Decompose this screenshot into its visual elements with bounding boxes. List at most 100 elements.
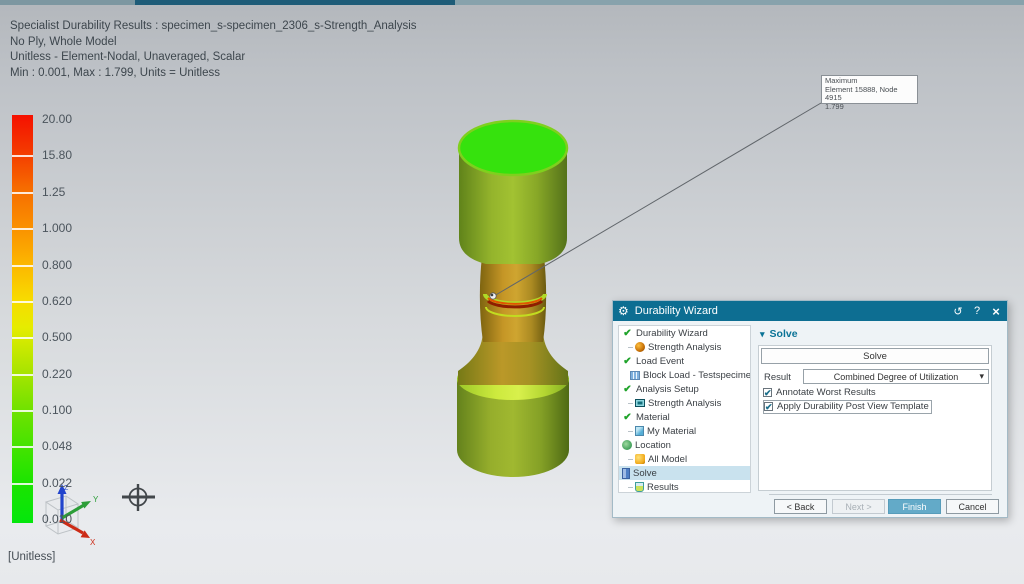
legend-value: 0.100 [42, 403, 72, 417]
tree-item-label: Strength Analysis [648, 398, 721, 409]
wizard-tree: ✔ Durability Wizard Strength Analysis ✔ … [618, 325, 751, 493]
tree-item-label: Location [635, 440, 671, 451]
tree-item-durability-wizard[interactable]: ✔ Durability Wizard [619, 326, 750, 340]
solve-icon [622, 468, 630, 479]
specimen-top-face [459, 121, 567, 175]
legend-tick [12, 446, 33, 448]
solve-section-header[interactable]: ▾ Solve [760, 328, 798, 340]
durability-wizard-dialog: ⚙ Durability Wizard ↺ ? × ✔ Durability W… [612, 300, 1008, 518]
tree-connector [628, 403, 633, 404]
legend-tick [12, 265, 33, 267]
check-icon: ✔ [622, 384, 633, 395]
all-model-icon [635, 454, 645, 464]
tree-item-label: Results [647, 482, 679, 493]
tree-item-analysis-setup[interactable]: ✔ Analysis Setup [619, 382, 750, 396]
tree-item-block-load[interactable]: Block Load - Testspecimen [619, 368, 750, 382]
legend-tick [12, 155, 33, 157]
specimen-model[interactable] [457, 121, 569, 477]
legend-value: 0.022 [42, 476, 72, 490]
annotate-worst-results-checkbox[interactable]: ✔ [763, 388, 772, 397]
gear-icon: ⚙ [618, 305, 629, 317]
reset-icon[interactable]: ↺ [950, 305, 966, 318]
dialog-separator [769, 494, 992, 495]
tree-item-strength-analysis-setup[interactable]: Strength Analysis [619, 396, 750, 410]
help-icon[interactable]: ? [969, 305, 985, 317]
finish-button[interactable]: Finish [888, 499, 941, 514]
legend-value: 0.620 [42, 294, 72, 308]
legend-value: 0.220 [42, 367, 72, 381]
solve-button[interactable]: Solve [761, 348, 989, 364]
legend-value: 0.010 [42, 512, 72, 526]
tree-item-label: Load Event [636, 356, 684, 367]
tree-item-label: Durability Wizard [636, 328, 708, 339]
tree-item-location[interactable]: Location [619, 438, 750, 452]
legend-tick [12, 301, 33, 303]
max-annotation: Maximum Element 15888, Node 4915 1.799 [821, 75, 918, 104]
cancel-button[interactable]: Cancel [946, 499, 999, 514]
tree-connector [628, 459, 633, 460]
tree-item-label: Solve [633, 468, 657, 479]
strength-analysis-icon [635, 342, 645, 352]
legend-value: 1.000 [42, 221, 72, 235]
tree-item-label: Strength Analysis [648, 342, 721, 353]
crosshair-icon [122, 484, 155, 511]
result-dropdown[interactable]: Combined Degree of Utilization ▾ [803, 369, 989, 384]
tree-item-all-model[interactable]: All Model [619, 452, 750, 466]
annotation-element: Element 15888, Node 4915 [825, 86, 914, 103]
tree-connector [628, 347, 633, 348]
result-label: Result [764, 372, 791, 383]
strength-analysis-setup-icon [635, 399, 645, 407]
results-icon [635, 482, 644, 492]
apply-template-row[interactable]: ✔ Apply Durability Post View Template [763, 400, 932, 414]
legend-value: 1.25 [42, 185, 65, 199]
back-button[interactable]: < Back [774, 499, 827, 514]
tree-item-my-material[interactable]: My Material [619, 424, 750, 438]
tree-item-material[interactable]: ✔ Material [619, 410, 750, 424]
tree-connector [628, 431, 633, 432]
viewport: Specialist Durability Results : specimen… [0, 0, 1024, 584]
annotation-value: 1.799 [825, 103, 914, 112]
tree-item-label: All Model [648, 454, 687, 465]
legend-tick [12, 228, 33, 230]
check-icon: ✔ [622, 356, 633, 367]
legend-value: 0.500 [42, 330, 72, 344]
max-node-marker [490, 293, 496, 299]
legend-tick [12, 483, 33, 485]
annotate-worst-results-row[interactable]: ✔ Annotate Worst Results [763, 387, 876, 398]
legend-tick [12, 337, 33, 339]
collapse-triangle-icon: ▾ [760, 329, 765, 339]
tree-item-solve[interactable]: Solve [619, 466, 750, 480]
legend-tick [12, 192, 33, 194]
apply-template-checkbox[interactable]: ✔ [764, 402, 773, 411]
legend-color-bar [12, 115, 33, 523]
solve-section-title: Solve [770, 328, 798, 340]
tree-item-results[interactable]: Results [619, 480, 750, 493]
tree-item-label: Analysis Setup [636, 384, 699, 395]
next-button[interactable]: Next > [832, 499, 885, 514]
close-icon[interactable]: × [988, 304, 1004, 319]
tree-connector [628, 487, 633, 488]
solve-groupbox: Solve Result Combined Degree of Utilizat… [758, 345, 992, 491]
x-axis-label: X [90, 538, 96, 547]
legend-tick [12, 410, 33, 412]
tree-item-label: Material [636, 412, 670, 423]
legend-tick [12, 374, 33, 376]
block-load-icon [630, 371, 640, 380]
apply-template-label: Apply Durability Post View Template [777, 401, 929, 412]
chevron-down-icon: ▾ [979, 371, 984, 382]
tree-item-label: My Material [647, 426, 696, 437]
legend-value: 15.80 [42, 148, 72, 162]
location-icon [622, 440, 632, 450]
tree-item-load-event[interactable]: ✔ Load Event [619, 354, 750, 368]
annotate-worst-results-label: Annotate Worst Results [776, 387, 876, 398]
legend-value: 0.800 [42, 258, 72, 272]
legend-unit-label: [Unitless] [8, 551, 55, 563]
result-dropdown-value: Combined Degree of Utilization [834, 372, 959, 382]
legend-value: 0.048 [42, 439, 72, 453]
dialog-titlebar[interactable]: ⚙ Durability Wizard ↺ ? × [613, 301, 1007, 321]
tree-item-strength-analysis[interactable]: Strength Analysis [619, 340, 750, 354]
max-node-marker-shade [491, 294, 494, 297]
check-icon: ✔ [622, 328, 633, 339]
dialog-title: Durability Wizard [635, 305, 718, 317]
legend-labels: 20.00 15.80 1.25 1.000 0.800 0.620 0.500… [42, 112, 102, 526]
